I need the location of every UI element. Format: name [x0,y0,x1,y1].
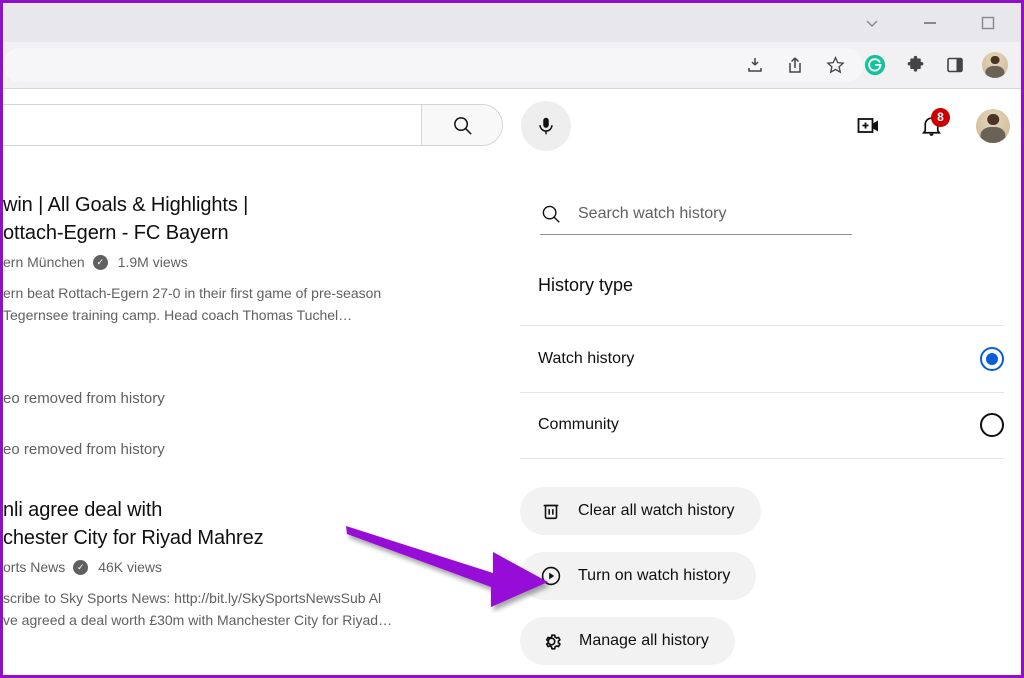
option-label: Watch history [538,350,635,367]
grammarly-extension-icon[interactable] [855,45,895,85]
bookmark-star-icon[interactable] [815,45,855,85]
share-icon[interactable] [775,45,815,85]
voice-search-icon[interactable] [521,101,571,151]
search-watch-history-input[interactable]: Search watch history [540,193,852,235]
option-label: Community [538,416,619,433]
view-count: 46K views [98,559,163,575]
verified-badge-icon: ✓ [73,559,89,575]
video-description-line-1: ern beat Rottach-Egern 27-0 in their fir… [3,285,382,301]
video-title-line-1: win | All Goals & Highlights | [3,194,249,216]
search-input[interactable] [3,104,503,146]
video-title-line-2: ottach-Egern - FC Bayern [3,222,229,244]
notifications-bell-icon[interactable]: 8 [911,106,951,146]
channel-name: ern München [3,254,85,270]
removed-from-history-row: eo removed from history [3,390,165,407]
button-label: Turn on watch history [578,567,731,584]
option-community[interactable]: Community [538,392,1004,458]
window-controls [857,3,1013,42]
create-video-icon[interactable] [849,106,889,146]
gear-icon [545,633,561,650]
avatar [976,109,1010,143]
extensions-puzzle-icon[interactable] [895,45,935,85]
side-panel-icon[interactable] [935,45,975,85]
address-bar[interactable] [3,48,863,82]
verified-badge-icon: ✓ [92,254,108,270]
history-type-title: History type [538,275,634,295]
manage-all-history-button[interactable]: Manage all history [520,617,735,665]
toolbar-icons [735,42,1015,88]
header-actions: 8 [849,101,1013,151]
history-filters-panel: Search watch history History type Watch … [503,163,1021,675]
radio-button-selected[interactable] [980,347,1004,371]
channel-name: orts News [3,559,66,575]
download-icon[interactable] [735,45,775,85]
button-label: Manage all history [579,632,709,649]
browser-profile-avatar[interactable] [975,45,1015,85]
chevron-down-icon[interactable] [857,8,887,38]
history-video-item[interactable]: win | All Goals & Highlights | ottach-Eg… [3,191,503,326]
removed-from-history-row: eo removed from history [3,441,165,458]
divider [520,458,1004,459]
notification-count-badge: 8 [931,108,950,127]
search-placeholder: Search watch history [578,204,727,222]
option-watch-history[interactable]: Watch history [538,326,1004,392]
minimize-icon[interactable] [915,8,945,38]
browser-window: 8 win | All Goals & Highlights | ottach-… [0,0,1024,678]
search-icon [542,205,560,223]
annotation-arrow [346,526,548,607]
video-meta: ern München ✓ 1.9M views [3,254,503,270]
account-avatar[interactable] [973,106,1013,146]
radio-button-unselected[interactable] [980,413,1004,437]
search-icon[interactable] [421,105,502,145]
button-label: Clear all watch history [578,502,735,519]
tab-strip [3,3,1021,42]
avatar [982,52,1008,78]
video-description-line-2: Tegernsee training camp. Head coach Thom… [3,307,353,323]
view-count: 1.9M views [117,254,188,270]
maximize-icon[interactable] [973,8,1003,38]
